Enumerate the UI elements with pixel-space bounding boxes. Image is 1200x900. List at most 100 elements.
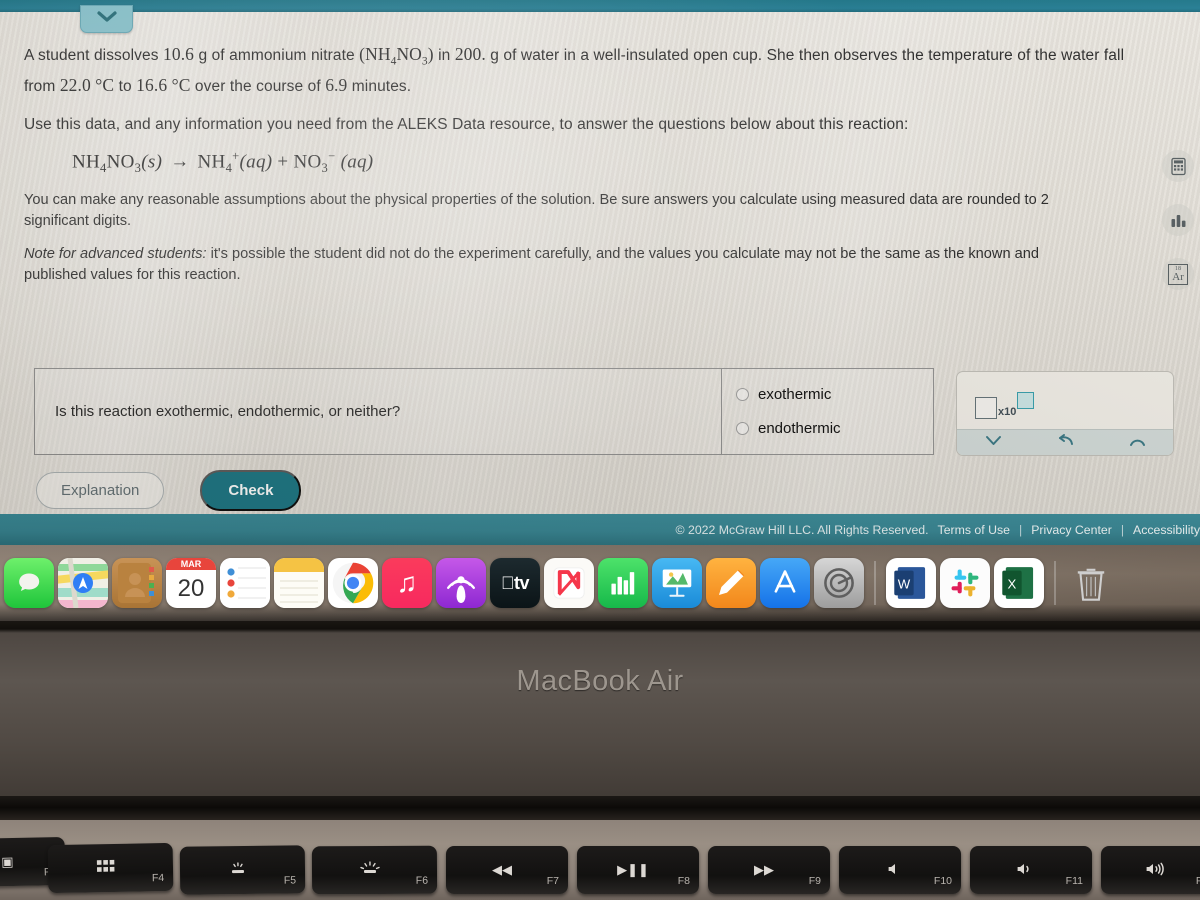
element-symbol: Ar [1172,270,1184,283]
calculator-icon[interactable] [1162,150,1194,182]
undo-icon[interactable] [1056,433,1075,453]
stmt-text: to [114,78,137,96]
music-note-icon: ♫ [396,567,418,598]
radio-button-icon[interactable] [736,422,749,436]
key-label: F6 [415,874,429,887]
keyboard-brightness-down-icon [226,861,248,879]
dock-separator [874,561,876,605]
mission-control-icon: ▣ [1,853,14,870]
laptop-hinge [0,796,1200,822]
privacy-center-link[interactable]: Privacy Center [1031,523,1112,537]
dock-item-apple-tv[interactable]: tv [490,558,540,608]
assumptions-note: You can make any reasonable assumptions … [24,190,1136,232]
key-label: F10 [933,875,952,887]
radio-option-endothermic[interactable]: endothermic [736,420,933,437]
dock-item-app-store[interactable] [760,558,810,608]
time-value: 6.9 [325,75,348,96]
dock-item-keynote[interactable] [652,558,702,608]
key-label: F4 [151,872,165,885]
volume-down-icon [1016,862,1036,879]
footer-separator: | [1018,522,1023,537]
key-f12[interactable]: F12 [1101,846,1200,894]
svg-text:W: W [898,576,911,591]
radio-option-exothermic[interactable]: exothermic [736,386,933,403]
dock-item-maps[interactable] [58,558,108,608]
key-f8[interactable]: ▶❚❚ F8 [577,846,699,894]
problem-paragraph-1: A student dissolves 10.6 g of ammonium n… [24,40,1136,100]
problem-paragraph-2: Use this data, and any information you n… [24,115,909,133]
apple-tv-wordmark: tv [501,572,530,593]
tool-rail: 18 Ar [1162,150,1194,290]
key-label: F5 [283,874,297,887]
answer-options: exothermic endothermic [721,369,933,454]
mute-icon [887,862,903,879]
bar-chart-icon[interactable] [1162,204,1194,236]
chevron-down-icon[interactable] [984,433,1003,453]
ammonium-nitrate-formula: (NH4NO3) [359,44,434,68]
dock-item-podcasts[interactable] [436,558,486,608]
final-temp-value: 16.6 °C [136,75,191,96]
stmt-text: over the course of [190,78,326,96]
initial-temp-value: 22.0 °C [59,75,115,96]
terms-of-use-link[interactable]: Terms of Use [938,523,1010,537]
key-label: F12 [1195,875,1200,887]
dock-separator [1054,561,1056,605]
redo-icon[interactable] [1128,433,1147,453]
key-f5[interactable]: F5 [179,845,306,895]
key-f4[interactable]: F4 [47,842,174,894]
dock-item-system-preferences[interactable] [814,558,864,608]
dock-item-calendar[interactable]: MAR 20 [166,558,216,608]
answer-entry-panel[interactable]: x10 [956,371,1174,456]
dock-item-music[interactable]: ♫ [382,558,432,608]
stmt-text: g of ammonium nitrate [194,47,360,64]
dock-item-numbers[interactable] [598,558,648,608]
chevron-down-icon [96,9,118,29]
dock-item-news[interactable] [544,558,594,608]
rewind-icon: ◀◀ [492,862,512,877]
key-f6[interactable]: F6 [311,845,438,895]
dock-item-messages[interactable] [4,558,54,608]
keyboard-brightness-up-icon [357,861,381,879]
key-label: F9 [808,875,821,887]
launchpad-icon [95,859,115,877]
answer-panel-toolbar [957,429,1173,455]
key-f10[interactable]: F10 [839,846,961,894]
page-footer: © 2022 McGraw Hill LLC. All Rights Reser… [0,514,1200,545]
key-label: F8 [677,875,690,887]
mantissa-input[interactable] [975,397,997,419]
dock-item-pages[interactable] [706,558,756,608]
dock-item-microsoft-word[interactable]: W [886,558,936,608]
dock-item-reminders[interactable] [220,558,270,608]
key-f9[interactable]: ▶▶ F9 [708,846,830,894]
scientific-notation-input[interactable]: x10 [975,392,1035,419]
stmt-text: A student dissolves [24,47,163,64]
assumptions-text: You can make any reasonable assumptions … [24,191,1049,229]
calendar-month: MAR [166,558,216,570]
key-f7[interactable]: ◀◀ F7 [446,846,568,894]
calendar-day: 20 [177,575,205,602]
dock-item-chrome[interactable] [328,558,378,608]
check-button[interactable]: Check [200,470,302,511]
macbook-air-label: MacBook Air [516,665,684,697]
dock-item-slack[interactable] [940,558,990,608]
exponent-input[interactable] [1017,392,1035,409]
accessibility-link[interactable]: Accessibility [1133,523,1200,537]
svg-text:X: X [1008,576,1017,591]
dock-item-notes[interactable] [274,558,324,608]
key-label: F11 [1065,875,1083,887]
periodic-table-icon[interactable]: 18 Ar [1162,258,1194,290]
radio-button-icon[interactable] [736,387,749,401]
dock-item-microsoft-excel[interactable]: X [994,558,1044,608]
play-pause-icon: ▶❚❚ [617,862,649,877]
key-f11[interactable]: F11 [970,846,1092,894]
dock-item-trash[interactable] [1066,558,1116,608]
explanation-button[interactable]: Explanation [36,472,165,509]
question-text: Is this reaction exothermic, endothermic… [55,403,401,420]
aleks-top-bar [0,0,1200,12]
fast-forward-icon: ▶▶ [754,862,774,877]
browser-screen: A student dissolves 10.6 g of ammonium n… [0,0,1200,545]
dock-item-contacts[interactable] [112,558,162,608]
x10-label: x10 [998,406,1017,418]
collapse-header-tab[interactable] [80,5,133,33]
footer-separator: | [1120,522,1125,537]
